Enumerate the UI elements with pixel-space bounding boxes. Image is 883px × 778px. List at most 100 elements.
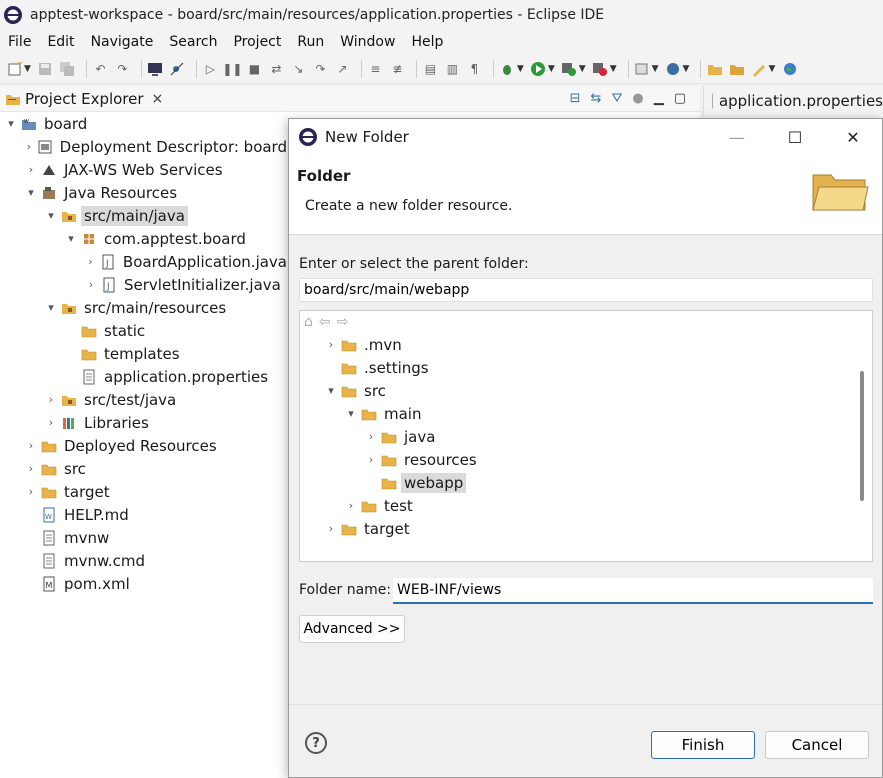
stop-server-icon[interactable] (592, 60, 609, 77)
explorer-tree-item[interactable]: templates (0, 342, 290, 365)
close-button[interactable]: ✕ (824, 119, 882, 155)
menu-window[interactable]: Window (332, 34, 403, 50)
menu-run[interactable]: Run (289, 34, 332, 50)
menu-search[interactable]: Search (161, 34, 225, 50)
chevron-down-icon[interactable]: ▾ (24, 186, 38, 199)
explorer-tree-item[interactable]: › Deployed Resources (0, 434, 290, 457)
new-icon[interactable] (6, 60, 23, 77)
folder-tree-item[interactable]: ▾ src (300, 379, 872, 402)
menu-file[interactable]: File (0, 34, 39, 50)
chevron-down-icon[interactable]: ▾ (44, 209, 58, 222)
explorer-tree-item[interactable]: › target (0, 480, 290, 503)
chevron-right-icon[interactable]: › (364, 453, 378, 466)
menu-navigate[interactable]: Navigate (83, 34, 162, 50)
explorer-tree-item[interactable]: › J BoardApplication.java (0, 250, 290, 273)
tree-scrollbar[interactable] (860, 371, 864, 501)
cancel-button[interactable]: Cancel (765, 731, 869, 759)
explorer-tree-item[interactable]: › Libraries (0, 411, 290, 434)
explorer-tree-item[interactable]: › src/test/java (0, 388, 290, 411)
chevron-down-icon[interactable]: ▾ (4, 117, 18, 130)
folder-tree-item[interactable]: › java (300, 425, 872, 448)
folder-tree-item[interactable]: webapp (300, 471, 872, 494)
menu-help[interactable]: Help (403, 34, 451, 50)
explorer-tree-item[interactable]: W HELP.md (0, 503, 290, 526)
explorer-tree-item[interactable]: application.properties (0, 365, 290, 388)
help-icon[interactable]: ? (305, 732, 327, 754)
chevron-right-icon[interactable]: › (364, 430, 378, 443)
undo-icon[interactable]: ↶ (92, 60, 109, 77)
explorer-tree-item[interactable]: ▾ src/main/java (0, 204, 290, 227)
close-icon[interactable]: × (152, 91, 164, 107)
new-server-icon[interactable] (634, 60, 651, 77)
chevron-right-icon[interactable]: › (324, 338, 338, 351)
chevron-right-icon[interactable]: › (84, 278, 98, 291)
explorer-tree-item[interactable]: static (0, 319, 290, 342)
explorer-tree-item[interactable]: mvnw (0, 526, 290, 549)
new-server-dropdown-icon[interactable]: ▼ (652, 64, 659, 74)
toggle-block-icon[interactable]: ≡ (367, 60, 384, 77)
home-icon[interactable]: ⌂ (304, 314, 313, 330)
open-folder-icon[interactable] (706, 60, 723, 77)
menu-edit[interactable]: Edit (39, 34, 82, 50)
parent-folder-input[interactable] (299, 278, 873, 302)
skip-breakpoints-icon[interactable] (169, 60, 186, 77)
explorer-tree-item[interactable]: ▾ Java Resources (0, 181, 290, 204)
link-editor-icon[interactable]: ⇆ (591, 91, 602, 106)
collapse-all-icon[interactable]: ⊟ (570, 91, 581, 106)
chevron-right-icon[interactable]: › (344, 499, 358, 512)
advanced-button[interactable]: Advanced >> (299, 615, 405, 643)
menu-project[interactable]: Project (225, 34, 289, 50)
project-explorer-tab[interactable]: Project Explorer × ⊟ ⇆ ⛛ ● ▁ ▢ (0, 86, 700, 112)
terminal-icon[interactable] (147, 60, 164, 77)
chevron-right-icon[interactable]: › (44, 393, 58, 406)
chevron-down-icon[interactable]: ▾ (324, 384, 338, 397)
save-all-icon[interactable] (59, 60, 76, 77)
folder-tree-item[interactable]: ▾ main (300, 402, 872, 425)
chevron-right-icon[interactable]: › (44, 416, 58, 429)
folder-tree-item[interactable]: › .mvn (300, 333, 872, 356)
stop-server-dropdown-icon[interactable]: ▼ (610, 64, 617, 74)
disconnect-icon[interactable]: ⇄ (268, 60, 285, 77)
redo-icon[interactable]: ↷ (114, 60, 131, 77)
folder-tree-item[interactable]: › resources (300, 448, 872, 471)
block-selection-icon[interactable]: ▥ (444, 60, 461, 77)
chevron-right-icon[interactable]: › (24, 163, 38, 176)
maximize-icon[interactable]: ▢ (674, 91, 686, 106)
step-over-icon[interactable]: ↷ (312, 60, 329, 77)
focus-icon[interactable]: ● (632, 91, 643, 106)
chevron-down-icon[interactable]: ▾ (44, 301, 58, 314)
back-icon[interactable]: ⇦ (319, 314, 331, 330)
show-whitespace-icon[interactable]: ¶ (466, 60, 483, 77)
debug-icon[interactable] (499, 60, 516, 77)
folder-tree-item[interactable]: › test (300, 494, 872, 517)
mark-occurrences-icon[interactable]: ▤ (422, 60, 439, 77)
minimize-button[interactable]: — (708, 119, 766, 155)
chevron-down-icon[interactable]: ▾ (344, 407, 358, 420)
chevron-down-icon[interactable]: ▾ (64, 232, 78, 245)
filter-icon[interactable]: ⛛ (611, 91, 622, 106)
new-class-dropdown-icon[interactable]: ▼ (683, 64, 690, 74)
word-wrap-icon[interactable]: ≢ (389, 60, 406, 77)
explorer-tree-item[interactable]: ▾ com.apptest.board (0, 227, 290, 250)
open-type-icon[interactable] (728, 60, 745, 77)
globe-icon[interactable] (781, 60, 798, 77)
editor-tab[interactable]: application.properties (703, 86, 883, 116)
chevron-right-icon[interactable]: › (24, 462, 38, 475)
minimize-icon[interactable]: ▁ (654, 91, 664, 106)
explorer-tree-item[interactable]: ▾ src/main/resources (0, 296, 290, 319)
explorer-tree-item[interactable]: › Deployment Descriptor: board (0, 135, 290, 158)
folder-tree-item[interactable]: .settings (300, 356, 872, 379)
forward-icon[interactable]: ⇨ (337, 314, 349, 330)
suspend-icon[interactable]: ❚❚ (222, 60, 242, 77)
explorer-tree-item[interactable]: › JAX-WS Web Services (0, 158, 290, 181)
explorer-tree-item[interactable]: Mpom.xml (0, 572, 290, 595)
folder-name-input[interactable] (393, 578, 873, 604)
chevron-right-icon[interactable]: › (24, 140, 34, 153)
explorer-tree-item[interactable]: ▾ Wboard (0, 112, 290, 135)
step-into-icon[interactable]: ↘ (290, 60, 307, 77)
resume-icon[interactable]: ▷ (202, 60, 219, 77)
folder-tree-item[interactable]: › target (300, 517, 872, 540)
save-icon[interactable] (37, 60, 54, 77)
chevron-right-icon[interactable]: › (24, 485, 38, 498)
explorer-tree-item[interactable]: › src (0, 457, 290, 480)
